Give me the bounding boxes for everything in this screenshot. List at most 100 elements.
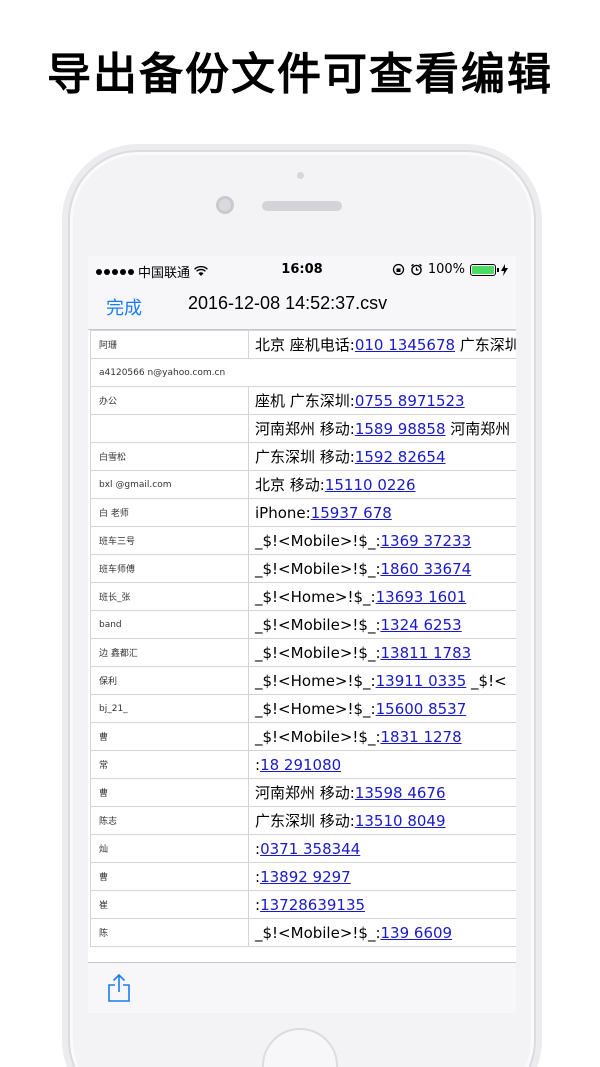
contact-detail-cell: 北京 座机电话:010 1345678 广东深圳 <box>248 330 516 359</box>
contact-name-cell: bxl @gmail.com <box>90 470 249 499</box>
phone-number-link[interactable]: 13811 1783 <box>381 644 472 662</box>
rotation-lock-icon <box>392 263 404 276</box>
table-row: 灿:0371 358344 <box>90 834 516 863</box>
table-row: 陈 _$!<Mobile>!$_:139 6609 <box>90 918 516 947</box>
phone-label: _$!<Mobile>!$_: <box>255 923 381 942</box>
contact-detail-cell: _$!<Mobile>!$_:139 6609 <box>248 918 516 947</box>
contact-name-cell: 班长_张 <box>90 582 249 611</box>
navigation-bar: 完成 2016-12-08 14:52:37.csv <box>88 284 516 330</box>
table-row: 班长_张 _$!<Home>!$_:13693 1601 <box>90 582 516 611</box>
phone-label: 广东深圳 移动: <box>255 448 355 466</box>
contact-detail-cell: _$!<Mobile>!$_:13811 1783 <box>248 638 516 667</box>
phone-label: 北京 座机电话: <box>255 336 355 354</box>
csv-table-view[interactable]: 阿珊 北京 座机电话:010 1345678 广东深圳 a4120566 n@yah… <box>88 330 516 962</box>
phone-number-link[interactable]: 13693 1601 <box>376 588 467 606</box>
table-row: 办公 座机 广东深圳:0755 8971523 <box>90 386 516 415</box>
contact-detail-cell: 北京 移动:15110 0226 <box>248 470 516 499</box>
contact-detail-cell: _$!<Home>!$_:13693 1601 <box>248 582 516 611</box>
phone-extra-text: 广东深圳 <box>455 336 516 354</box>
phone-number-link[interactable]: 13892 9297 <box>260 868 351 886</box>
table-row: 白 老师 iPhone:15937 678 <box>90 498 516 527</box>
contact-detail-cell: _$!<Mobile>!$_:1831 1278 <box>248 722 516 751</box>
contact-detail-cell: 广东深圳 移动:1592 82654 <box>248 442 516 471</box>
phone-number-link[interactable]: 13598 4676 <box>355 784 446 802</box>
contact-detail-cell: _$!<Home>!$_:13911 0335 _$!< <box>248 666 516 695</box>
phone-number-link[interactable]: 15937 678 <box>311 504 392 522</box>
phone-side-button <box>62 214 66 236</box>
contact-detail-cell: _$!<Home>!$_:15600 8537 <box>248 694 516 723</box>
phone-number-link[interactable]: 1589 98858 <box>355 420 446 438</box>
contact-name-cell: 曹 <box>90 862 249 891</box>
phone-label: 座机 广东深圳: <box>255 392 355 410</box>
status-bar: 中国联通 16:08 100% <box>88 256 516 284</box>
table-row: 河南郑州 移动:1589 98858 河南郑州 <box>90 414 516 443</box>
table-row: 曹河南郑州 移动:13598 4676 <box>90 778 516 807</box>
table-row: 阿珊 北京 座机电话:010 1345678 广东深圳 <box>90 330 516 359</box>
contact-detail-cell: :13728639135 <box>248 890 516 919</box>
proximity-sensor <box>216 196 234 214</box>
phone-number-link[interactable]: 13728639135 <box>260 896 365 914</box>
phone-label: _$!<Home>!$_: <box>255 699 376 718</box>
contact-name-cell: band <box>90 610 249 639</box>
contact-detail-cell: iPhone:15937 678 <box>248 498 516 527</box>
phone-number-link[interactable]: 13911 0335 <box>376 672 467 690</box>
phone-number-link[interactable]: 1860 33674 <box>381 560 472 578</box>
bottom-toolbar <box>88 962 516 1013</box>
charging-bolt-icon <box>501 263 508 276</box>
done-button[interactable]: 完成 <box>106 294 142 320</box>
contact-detail-cell: _$!<Mobile>!$_:1369 37233 <box>248 526 516 555</box>
phone-number-link[interactable]: 18 291080 <box>260 756 341 774</box>
phone-extra-text: _$!< <box>466 671 507 690</box>
phone-side-button <box>62 1010 66 1032</box>
table-row: 保利 _$!<Home>!$_:13911 0335 _$!< <box>90 666 516 695</box>
phone-number-link[interactable]: 139 6609 <box>381 924 453 942</box>
contact-name-cell: 曹 <box>90 778 249 807</box>
front-camera <box>297 172 304 179</box>
contact-name-cell: 陈志 <box>90 806 249 835</box>
share-icon[interactable] <box>106 973 132 1003</box>
contact-detail-cell: _$!<Mobile>!$_:1324 6253 <box>248 610 516 639</box>
phone-label: _$!<Mobile>!$_: <box>255 727 381 746</box>
table-row: bxl @gmail.com 北京 移动:15110 0226 <box>90 470 516 499</box>
phone-number-link[interactable]: 1592 82654 <box>355 448 446 466</box>
phone-number-link[interactable]: 1369 37233 <box>381 532 472 550</box>
contact-detail-cell: :13892 9297 <box>248 862 516 891</box>
table-row: 班车师傅 _$!<Mobile>!$_:1860 33674 <box>90 554 516 583</box>
contact-name-cell <box>90 414 249 443</box>
contact-detail-cell: 河南郑州 移动:1589 98858 河南郑州 <box>248 414 516 443</box>
contact-detail-cell: 河南郑州 移动:13598 4676 <box>248 778 516 807</box>
phone-label: _$!<Mobile>!$_: <box>255 615 381 634</box>
phone-number-link[interactable]: 1831 1278 <box>381 728 462 746</box>
phone-number-link[interactable]: 1324 6253 <box>381 616 462 634</box>
phone-number-link[interactable]: 15110 0226 <box>325 476 416 494</box>
earpiece-speaker <box>262 201 342 211</box>
phone-number-link[interactable]: 15600 8537 <box>376 700 467 718</box>
table-row: band _$!<Mobile>!$_:1324 6253 <box>90 610 516 639</box>
contact-name-cell: 班车师傅 <box>90 554 249 583</box>
phone-number-link[interactable]: 010 1345678 <box>355 336 455 354</box>
phone-number-link[interactable]: 0371 358344 <box>260 840 360 858</box>
contact-name-cell: 白雪松 <box>90 442 249 471</box>
table-row: 白雪松 广东深圳 移动:1592 82654 <box>90 442 516 471</box>
phone-number-link[interactable]: 13510 8049 <box>355 812 446 830</box>
phone-label: _$!<Mobile>!$_: <box>255 559 381 578</box>
phone-label: iPhone: <box>255 503 311 522</box>
contact-name-cell: 阿珊 <box>90 330 249 359</box>
alarm-icon <box>410 263 422 276</box>
phone-label: 广东深圳 移动: <box>255 812 355 830</box>
contact-name-cell: 灿 <box>90 834 249 863</box>
battery-icon <box>470 263 499 276</box>
contact-name-cell: 曹 <box>90 722 249 751</box>
phone-number-link[interactable]: 0755 8971523 <box>355 392 465 410</box>
phone-extra-text: 河南郑州 <box>445 420 511 438</box>
contact-name-cell: 白 老师 <box>90 498 249 527</box>
table-row: 曹 _$!<Mobile>!$_:1831 1278 <box>90 722 516 751</box>
contact-name-cell: 边 鑫都汇 <box>90 638 249 667</box>
phone-screen: 中国联通 16:08 100% 完成 2016-12-08 14:52:37.c… <box>88 256 516 1013</box>
contact-name-cell: bj_21_ <box>90 694 249 723</box>
table-row: 崔:13728639135 <box>90 890 516 919</box>
phone-label: _$!<Mobile>!$_: <box>255 531 381 550</box>
phone-label: _$!<Home>!$_: <box>255 587 376 606</box>
battery-percent: 100% <box>427 262 465 277</box>
phone-label: _$!<Home>!$_: <box>255 671 376 690</box>
